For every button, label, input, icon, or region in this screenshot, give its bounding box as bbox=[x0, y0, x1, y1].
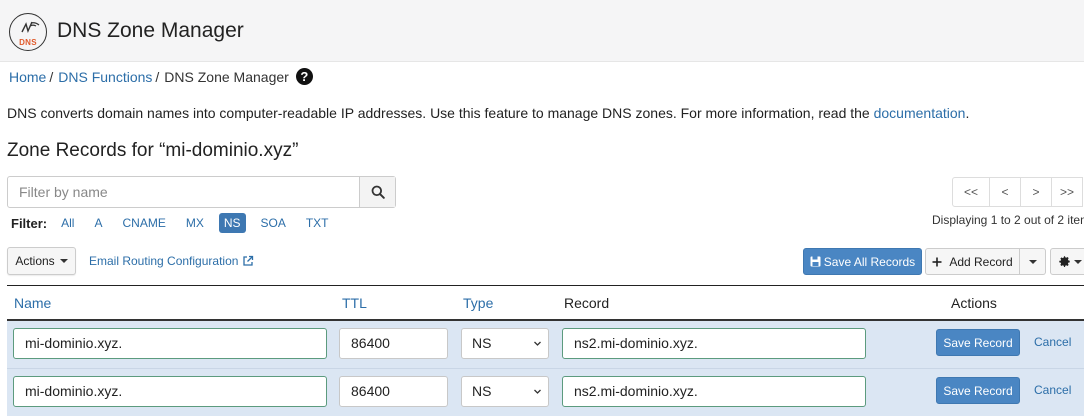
search-input[interactable] bbox=[8, 177, 359, 207]
dns-logo: DNS bbox=[9, 13, 47, 51]
chevron-down-icon bbox=[534, 389, 541, 394]
first-page-button[interactable]: << bbox=[952, 177, 990, 207]
help-icon[interactable]: ? bbox=[295, 68, 313, 85]
caret-down-icon bbox=[59, 259, 68, 263]
breadcrumb-dns-functions[interactable]: DNS Functions bbox=[58, 69, 152, 85]
column-header-name[interactable]: Name bbox=[14, 295, 51, 311]
gear-icon bbox=[1059, 256, 1070, 268]
external-link-icon bbox=[243, 255, 254, 266]
actions-label: Actions bbox=[15, 254, 55, 268]
save-record-button[interactable]: Save Record bbox=[936, 377, 1020, 404]
next-page-button[interactable]: > bbox=[1020, 177, 1052, 207]
search-button[interactable] bbox=[359, 177, 395, 207]
column-header-ttl[interactable]: TTL bbox=[342, 295, 367, 311]
record-type-select[interactable]: NS bbox=[461, 328, 549, 359]
filter-label: Filter: bbox=[11, 215, 48, 231]
documentation-link[interactable]: documentation bbox=[874, 105, 966, 121]
record-type-select[interactable]: NS bbox=[461, 376, 549, 407]
settings-dropdown-button[interactable] bbox=[1050, 248, 1084, 275]
intro-suffix: . bbox=[965, 105, 970, 121]
zone-records-title: Zone Records for “mi-dominio.xyz” bbox=[7, 140, 299, 161]
add-record-label: Add Record bbox=[949, 254, 1013, 269]
plus-icon bbox=[932, 257, 942, 266]
record-type-value: NS bbox=[472, 383, 492, 399]
save-all-records-button[interactable]: Save All Records bbox=[803, 248, 922, 275]
record-type-filter: Filter: All A CNAME MX NS SOA TXT bbox=[11, 213, 344, 233]
record-value-input[interactable]: ns2.mi-dominio.xyz. bbox=[562, 328, 866, 359]
last-page-button[interactable]: >> bbox=[1051, 177, 1083, 207]
table-row: mi-dominio.xyz. 86400 NS ns2.mi-dominio.… bbox=[7, 369, 1084, 416]
page-title: DNS Zone Manager bbox=[57, 19, 244, 42]
displaying-count: Displaying 1 to 2 out of 2 items bbox=[932, 213, 1084, 227]
table-row: mi-dominio.xyz. 86400 NS ns2.mi-dominio.… bbox=[7, 321, 1084, 369]
page-header: DNS DNS Zone Manager bbox=[0, 0, 1084, 62]
prev-page-button[interactable]: < bbox=[989, 177, 1021, 207]
intro-body: DNS converts domain names into computer-… bbox=[7, 105, 874, 121]
filter-chip-all[interactable]: All bbox=[56, 213, 79, 233]
breadcrumb: Home / DNS Functions / DNS Zone Manager … bbox=[9, 68, 313, 85]
save-icon bbox=[810, 256, 821, 267]
record-ttl-input[interactable]: 86400 bbox=[339, 376, 448, 407]
filter-chip-soa[interactable]: SOA bbox=[256, 213, 291, 233]
email-routing-label: Email Routing Configuration bbox=[89, 254, 239, 268]
filter-chip-a[interactable]: A bbox=[89, 213, 107, 233]
filter-chip-mx[interactable]: MX bbox=[181, 213, 209, 233]
caret-down-icon bbox=[1028, 259, 1037, 264]
search-icon bbox=[371, 185, 385, 199]
pagination: << < > >> bbox=[952, 177, 1083, 207]
intro-text: DNS converts domain names into computer-… bbox=[7, 105, 969, 121]
record-type-value: NS bbox=[472, 335, 492, 351]
column-header-actions: Actions bbox=[951, 295, 997, 311]
breadcrumb-separator: / bbox=[49, 68, 54, 85]
caret-down-icon bbox=[1074, 259, 1082, 264]
breadcrumb-home[interactable]: Home bbox=[9, 69, 46, 85]
search-box bbox=[7, 176, 396, 208]
zone-records-table-body: mi-dominio.xyz. 86400 NS ns2.mi-dominio.… bbox=[7, 321, 1084, 416]
filter-chip-cname[interactable]: CNAME bbox=[117, 213, 170, 233]
save-record-button[interactable]: Save Record bbox=[936, 329, 1020, 356]
chevron-down-icon bbox=[534, 341, 541, 346]
record-value-input[interactable]: ns2.mi-dominio.xyz. bbox=[562, 376, 866, 407]
cancel-link[interactable]: Cancel bbox=[1034, 335, 1071, 349]
logo-text: DNS bbox=[19, 38, 37, 47]
table-top-border bbox=[7, 285, 1084, 286]
filter-chip-ns[interactable]: NS bbox=[218, 213, 246, 233]
add-record-button[interactable]: Add Record bbox=[925, 248, 1020, 275]
breadcrumb-separator: / bbox=[155, 68, 160, 85]
record-name-input[interactable]: mi-dominio.xyz. bbox=[13, 376, 327, 407]
email-routing-link[interactable]: Email Routing Configuration bbox=[89, 254, 254, 268]
breadcrumb-current: DNS Zone Manager bbox=[164, 68, 289, 85]
save-all-label: Save All Records bbox=[823, 254, 916, 269]
actions-dropdown-button[interactable]: Actions bbox=[7, 247, 76, 275]
column-header-record: Record bbox=[564, 295, 610, 311]
add-record-group: Add Record bbox=[925, 248, 1046, 275]
filter-chip-txt[interactable]: TXT bbox=[301, 213, 334, 233]
record-name-input[interactable]: mi-dominio.xyz. bbox=[13, 328, 327, 359]
cancel-link[interactable]: Cancel bbox=[1034, 383, 1071, 397]
column-header-type[interactable]: Type bbox=[463, 295, 493, 311]
add-record-dropdown-toggle[interactable] bbox=[1020, 248, 1046, 275]
record-ttl-input[interactable]: 86400 bbox=[339, 328, 448, 359]
